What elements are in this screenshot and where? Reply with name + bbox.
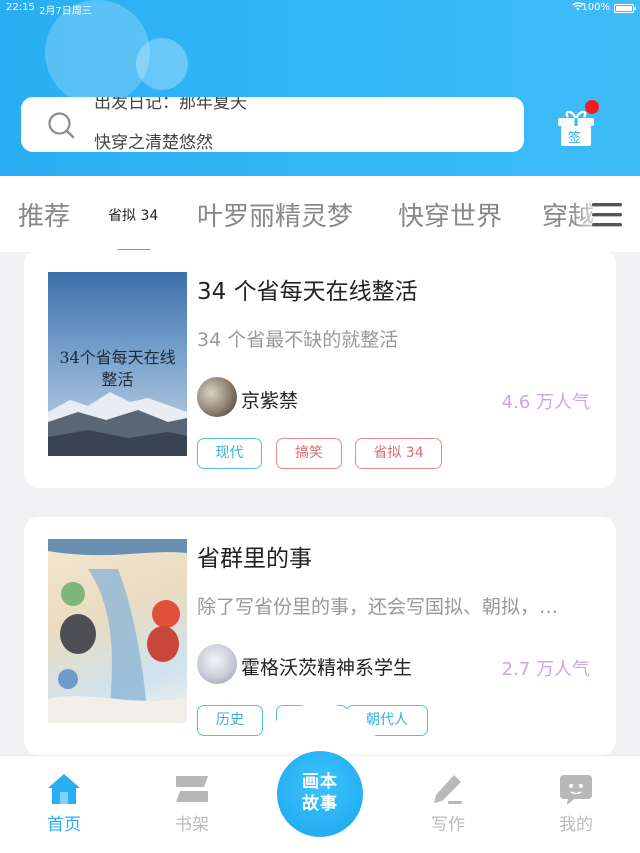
book-description: 34 个省最不缺的就整活 xyxy=(197,329,399,351)
create-story-label-line2: 故事 xyxy=(302,794,338,814)
nav-mine-label: 我的 xyxy=(559,815,593,835)
cover-subtitle: 整活 xyxy=(101,370,134,389)
category-tabs: 推荐 省拟 34 叶罗丽精灵梦 快穿世界 穿越 xyxy=(0,176,640,252)
book-popularity: 4.6 万人气 xyxy=(501,392,590,413)
book-author: 京紫禁 xyxy=(241,390,299,412)
tag[interactable]: 历史 xyxy=(197,705,263,736)
book-author: 霍格沃茨精神系学生 xyxy=(241,657,413,679)
tab-yeloli[interactable]: 叶罗丽精灵梦 xyxy=(197,196,353,233)
header: 22:15 2月7日周三 100% 出发日记：那年夏天 快穿之清楚悠然 签 xyxy=(0,0,640,176)
sign-in-button[interactable]: 签 xyxy=(556,100,599,148)
tag[interactable]: 现代 xyxy=(197,438,262,469)
notification-badge xyxy=(585,100,599,114)
tab-recommend[interactable]: 推荐 xyxy=(18,196,70,233)
avatar xyxy=(197,644,237,684)
bookshelf-icon xyxy=(176,776,208,802)
cartoon-illustration xyxy=(48,539,187,723)
status-time: 22:15 xyxy=(6,2,35,13)
search-bar[interactable]: 出发日记：那年夏天 快穿之清楚悠然 xyxy=(21,97,524,152)
search-icon xyxy=(48,112,75,139)
create-story-label-line1: 画本 xyxy=(302,772,338,792)
battery-percent: 100% xyxy=(581,2,610,13)
nav-mine[interactable]: 我的 xyxy=(536,772,616,835)
avatar xyxy=(197,377,237,417)
search-ticker-item: 出发日记：那年夏天 xyxy=(94,97,247,113)
sign-in-label: 签 xyxy=(568,131,582,146)
chat-face-icon xyxy=(560,775,592,805)
tab-quick-travel[interactable]: 快穿世界 xyxy=(398,196,502,233)
book-card[interactable]: 34个省每天在线 整活 34 个省每天在线整活 34 个省最不缺的就整活 京紫禁… xyxy=(24,250,616,488)
pencil-icon xyxy=(434,775,462,804)
book-description: 除了写省份里的事，还会写国拟、朝拟，… xyxy=(197,596,559,618)
search-ticker: 出发日记：那年夏天 快穿之清楚悠然 xyxy=(94,97,247,152)
nav-write[interactable]: 写作 xyxy=(408,772,488,835)
home-icon xyxy=(48,774,80,804)
nav-bookshelf-label: 书架 xyxy=(175,815,209,835)
nav-write-label: 写作 xyxy=(431,815,465,835)
status-date: 2月7日周三 xyxy=(39,6,92,17)
book-title: 34 个省每天在线整活 xyxy=(197,279,418,305)
nav-home[interactable]: 首页 xyxy=(24,772,104,835)
menu-icon[interactable] xyxy=(590,200,626,230)
cover-title: 34个省每天在线 xyxy=(59,348,176,367)
book-popularity: 2.7 万人气 xyxy=(501,659,590,680)
tag[interactable]: 搞笑 xyxy=(276,438,342,469)
search-ticker-item: 快穿之清楚悠然 xyxy=(94,133,213,152)
nav-home-label: 首页 xyxy=(47,815,81,835)
status-bar: 22:15 2月7日周三 100% xyxy=(0,2,640,17)
tag[interactable]: 省拟 34 xyxy=(355,438,442,469)
tab-province-34[interactable]: 省拟 34 xyxy=(108,205,158,225)
book-title: 省群里的事 xyxy=(197,546,312,572)
decor-bubble-small xyxy=(136,38,188,90)
book-cover xyxy=(48,539,187,723)
battery-icon xyxy=(614,4,636,13)
nav-bookshelf[interactable]: 书架 xyxy=(152,772,232,835)
book-cover: 34个省每天在线 整活 xyxy=(48,272,187,456)
create-story-button[interactable]: 画本 故事 xyxy=(277,751,363,837)
